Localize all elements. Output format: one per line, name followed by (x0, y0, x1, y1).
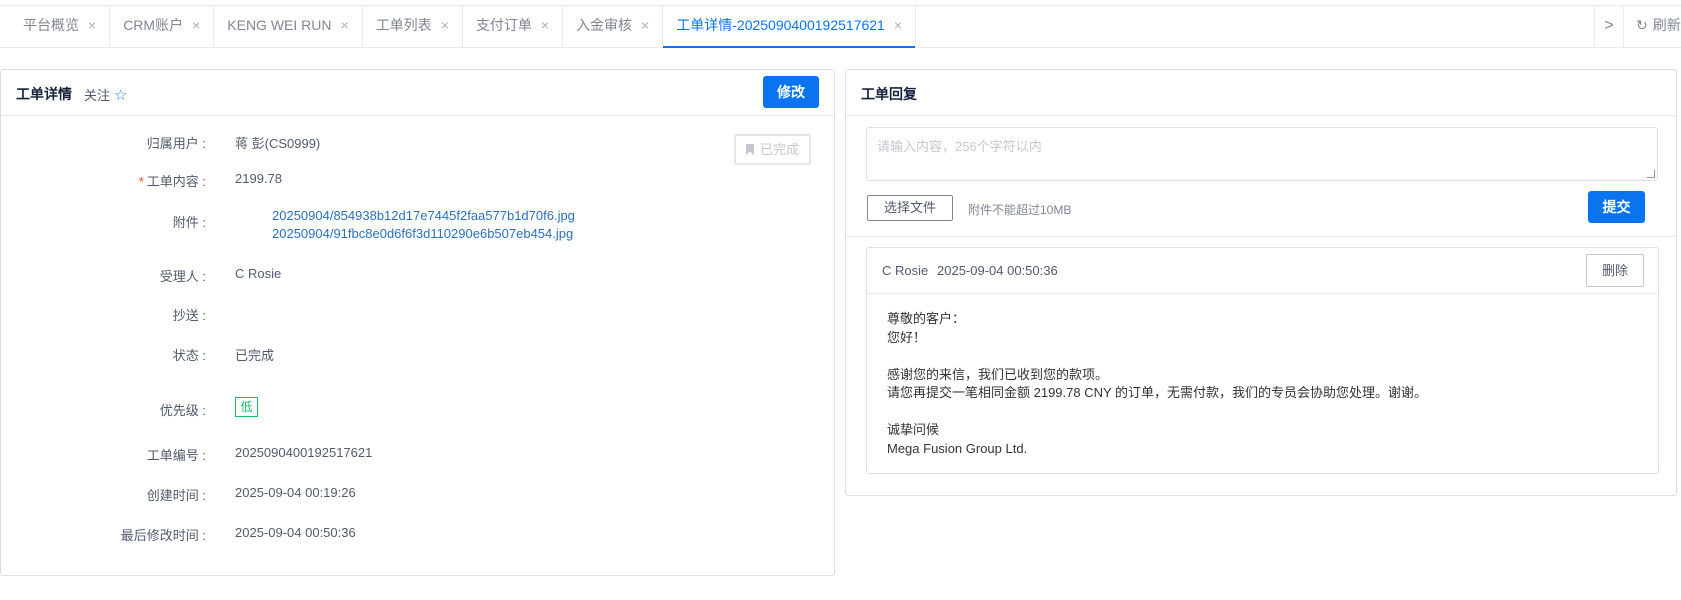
cc-label: 抄送 : (172, 308, 206, 323)
reply-item: C Rosie 2025-09-04 00:50:36 删除 尊敬的客户： 您好… (866, 247, 1659, 474)
edit-button[interactable]: 修改 (763, 76, 819, 108)
status-stamp: 已完成 (734, 134, 811, 165)
submit-button[interactable]: 提交 (1588, 191, 1645, 223)
tab-label: KENG WEI RUN (227, 17, 332, 33)
ticket-reply-card: 工单回复 请输入内容，256个字符以内 选择文件 附件不能超过10MB 提交 C… (845, 69, 1677, 496)
star-icon[interactable]: ☆ (114, 87, 127, 104)
tab-label: 入金审核 (576, 17, 633, 33)
close-icon[interactable]: × (192, 17, 200, 33)
tab-label: 工单详情-2025090400192517621 (676, 17, 885, 33)
required-mark: * (138, 174, 144, 189)
close-icon[interactable]: × (641, 17, 649, 33)
tab-list: 平台概览 × CRM账户 × KENG WEI RUN × 工单列表 × 支付订单 × 入… (10, 6, 917, 48)
choose-file-button[interactable]: 选择文件 (867, 195, 953, 221)
ticket-detail-header: 工单详情 关注 ☆ 修改 (1, 70, 834, 116)
reply-line (887, 347, 1427, 366)
tab-label: 平台概览 (23, 17, 79, 33)
tab-bar: 平台概览 × CRM账户 × KENG WEI RUN × 工单列表 × 支付订单 × 入… (0, 5, 1681, 48)
tab-label: 工单列表 (375, 17, 432, 33)
delete-reply-button[interactable]: 删除 (1586, 254, 1644, 287)
attachment-size-hint: 附件不能超过10MB (968, 203, 1072, 217)
follow-label: 关注 (84, 88, 111, 103)
close-icon[interactable]: × (894, 17, 902, 33)
reply-item-header: C Rosie 2025-09-04 00:50:36 删除 (867, 248, 1658, 294)
reply-placeholder: 请输入内容，256个字符以内 (877, 139, 1042, 154)
ticket-detail-card: 工单详情 关注 ☆ 修改 已完成 归属用户 : 蒋 彭(CS0999) * 工单内容… (0, 69, 835, 576)
ticket-reply-header: 工单回复 (846, 70, 1676, 116)
ticket-no-label: 工单编号 : (146, 448, 206, 463)
close-icon[interactable]: × (88, 17, 96, 33)
tab-label: 支付订单 (475, 17, 532, 33)
chevron-right-icon: > (1604, 17, 1614, 34)
reply-line: 诚挚问候 (887, 422, 940, 437)
attachments-label: 附件 : (172, 215, 206, 230)
status-label: 状态 : (172, 348, 206, 363)
user-value: 蒋 彭(CS0999) (235, 136, 321, 151)
close-icon[interactable]: × (541, 17, 549, 33)
resize-grip-icon[interactable] (1647, 170, 1655, 178)
content-label: * 工单内容 : (61, 171, 206, 190)
priority-badge: 低 (235, 397, 258, 417)
close-icon[interactable]: × (441, 17, 449, 33)
attachment-link[interactable]: 20250904/91fbc8e0d6f6f3d110290e6b507eb45… (272, 226, 573, 241)
content-label-text: 工单内容 : (146, 174, 206, 189)
tab-platform-overview[interactable]: 平台概览 × (10, 6, 111, 47)
assignee-label: 受理人 : (159, 269, 206, 284)
reply-line: Mega Fusion Group Ltd. (887, 440, 1028, 456)
assignee-value: C Rosie (235, 266, 282, 281)
reply-author: C Rosie (882, 263, 929, 278)
refresh-button[interactable]: ↻ 刷新 (1636, 6, 1681, 47)
status-stamp-label: 已完成 (759, 142, 799, 157)
reply-line (887, 403, 1427, 422)
tab-keng-wei-run[interactable]: KENG WEI RUN × (214, 6, 363, 47)
reply-line: 尊敬的客户： (887, 311, 966, 326)
content-value: 2199.78 (235, 171, 282, 186)
refresh-icon: ↻ (1636, 17, 1648, 33)
tab-ticket-list[interactable]: 工单列表 × (363, 6, 463, 47)
user-label: 归属用户 : (146, 136, 206, 151)
reply-line: 感谢您的来信，我们已收到您的款项。 (887, 366, 1109, 382)
ticket-detail-title: 工单详情 (16, 86, 72, 102)
created-label: 创建时间 : (146, 488, 206, 503)
close-icon[interactable]: × (341, 17, 349, 33)
tab-label: CRM账户 (123, 17, 184, 33)
status-value: 已完成 (235, 348, 275, 363)
tab-ticket-detail[interactable]: 工单详情-2025090400192517621 × (663, 6, 917, 48)
reply-textarea[interactable]: 请输入内容，256个字符以内 (866, 127, 1658, 181)
created-value: 2025-09-04 00:19:26 (235, 485, 356, 500)
refresh-label: 刷新 (1652, 17, 1681, 33)
divider (846, 236, 1676, 237)
modified-label: 最后修改时间 : (120, 528, 206, 543)
tab-crm-account[interactable]: CRM账户 × (110, 6, 215, 47)
attachment-link[interactable]: 20250904/854938b12d17e7445f2faa577b1d70f… (272, 208, 575, 223)
tab-deposit-review[interactable]: 入金审核 × (563, 6, 664, 47)
tab-scroll-next-button[interactable]: > (1594, 6, 1624, 47)
reply-line: 您好！ (887, 329, 927, 345)
reply-timestamp: 2025-09-04 00:50:36 (937, 263, 1058, 278)
priority-label: 优先级 : (159, 403, 206, 418)
reply-message: 尊敬的客户： 您好！ 感谢您的来信，我们已收到您的款项。 请您再提交一笔相同金额… (887, 310, 1427, 458)
reply-line: 请您再提交一笔相同金额 2199.78 CNY 的订单，无需付款，我们的专员会协… (887, 385, 1428, 400)
tab-payment-orders[interactable]: 支付订单 × (463, 6, 564, 47)
bookmark-icon (745, 144, 754, 155)
follow-toggle[interactable]: 关注 ☆ (84, 85, 127, 104)
modified-value: 2025-09-04 00:50:36 (235, 525, 356, 540)
ticket-reply-title: 工单回复 (861, 86, 917, 102)
ticket-no-value: 2025090400192517621 (235, 445, 373, 460)
